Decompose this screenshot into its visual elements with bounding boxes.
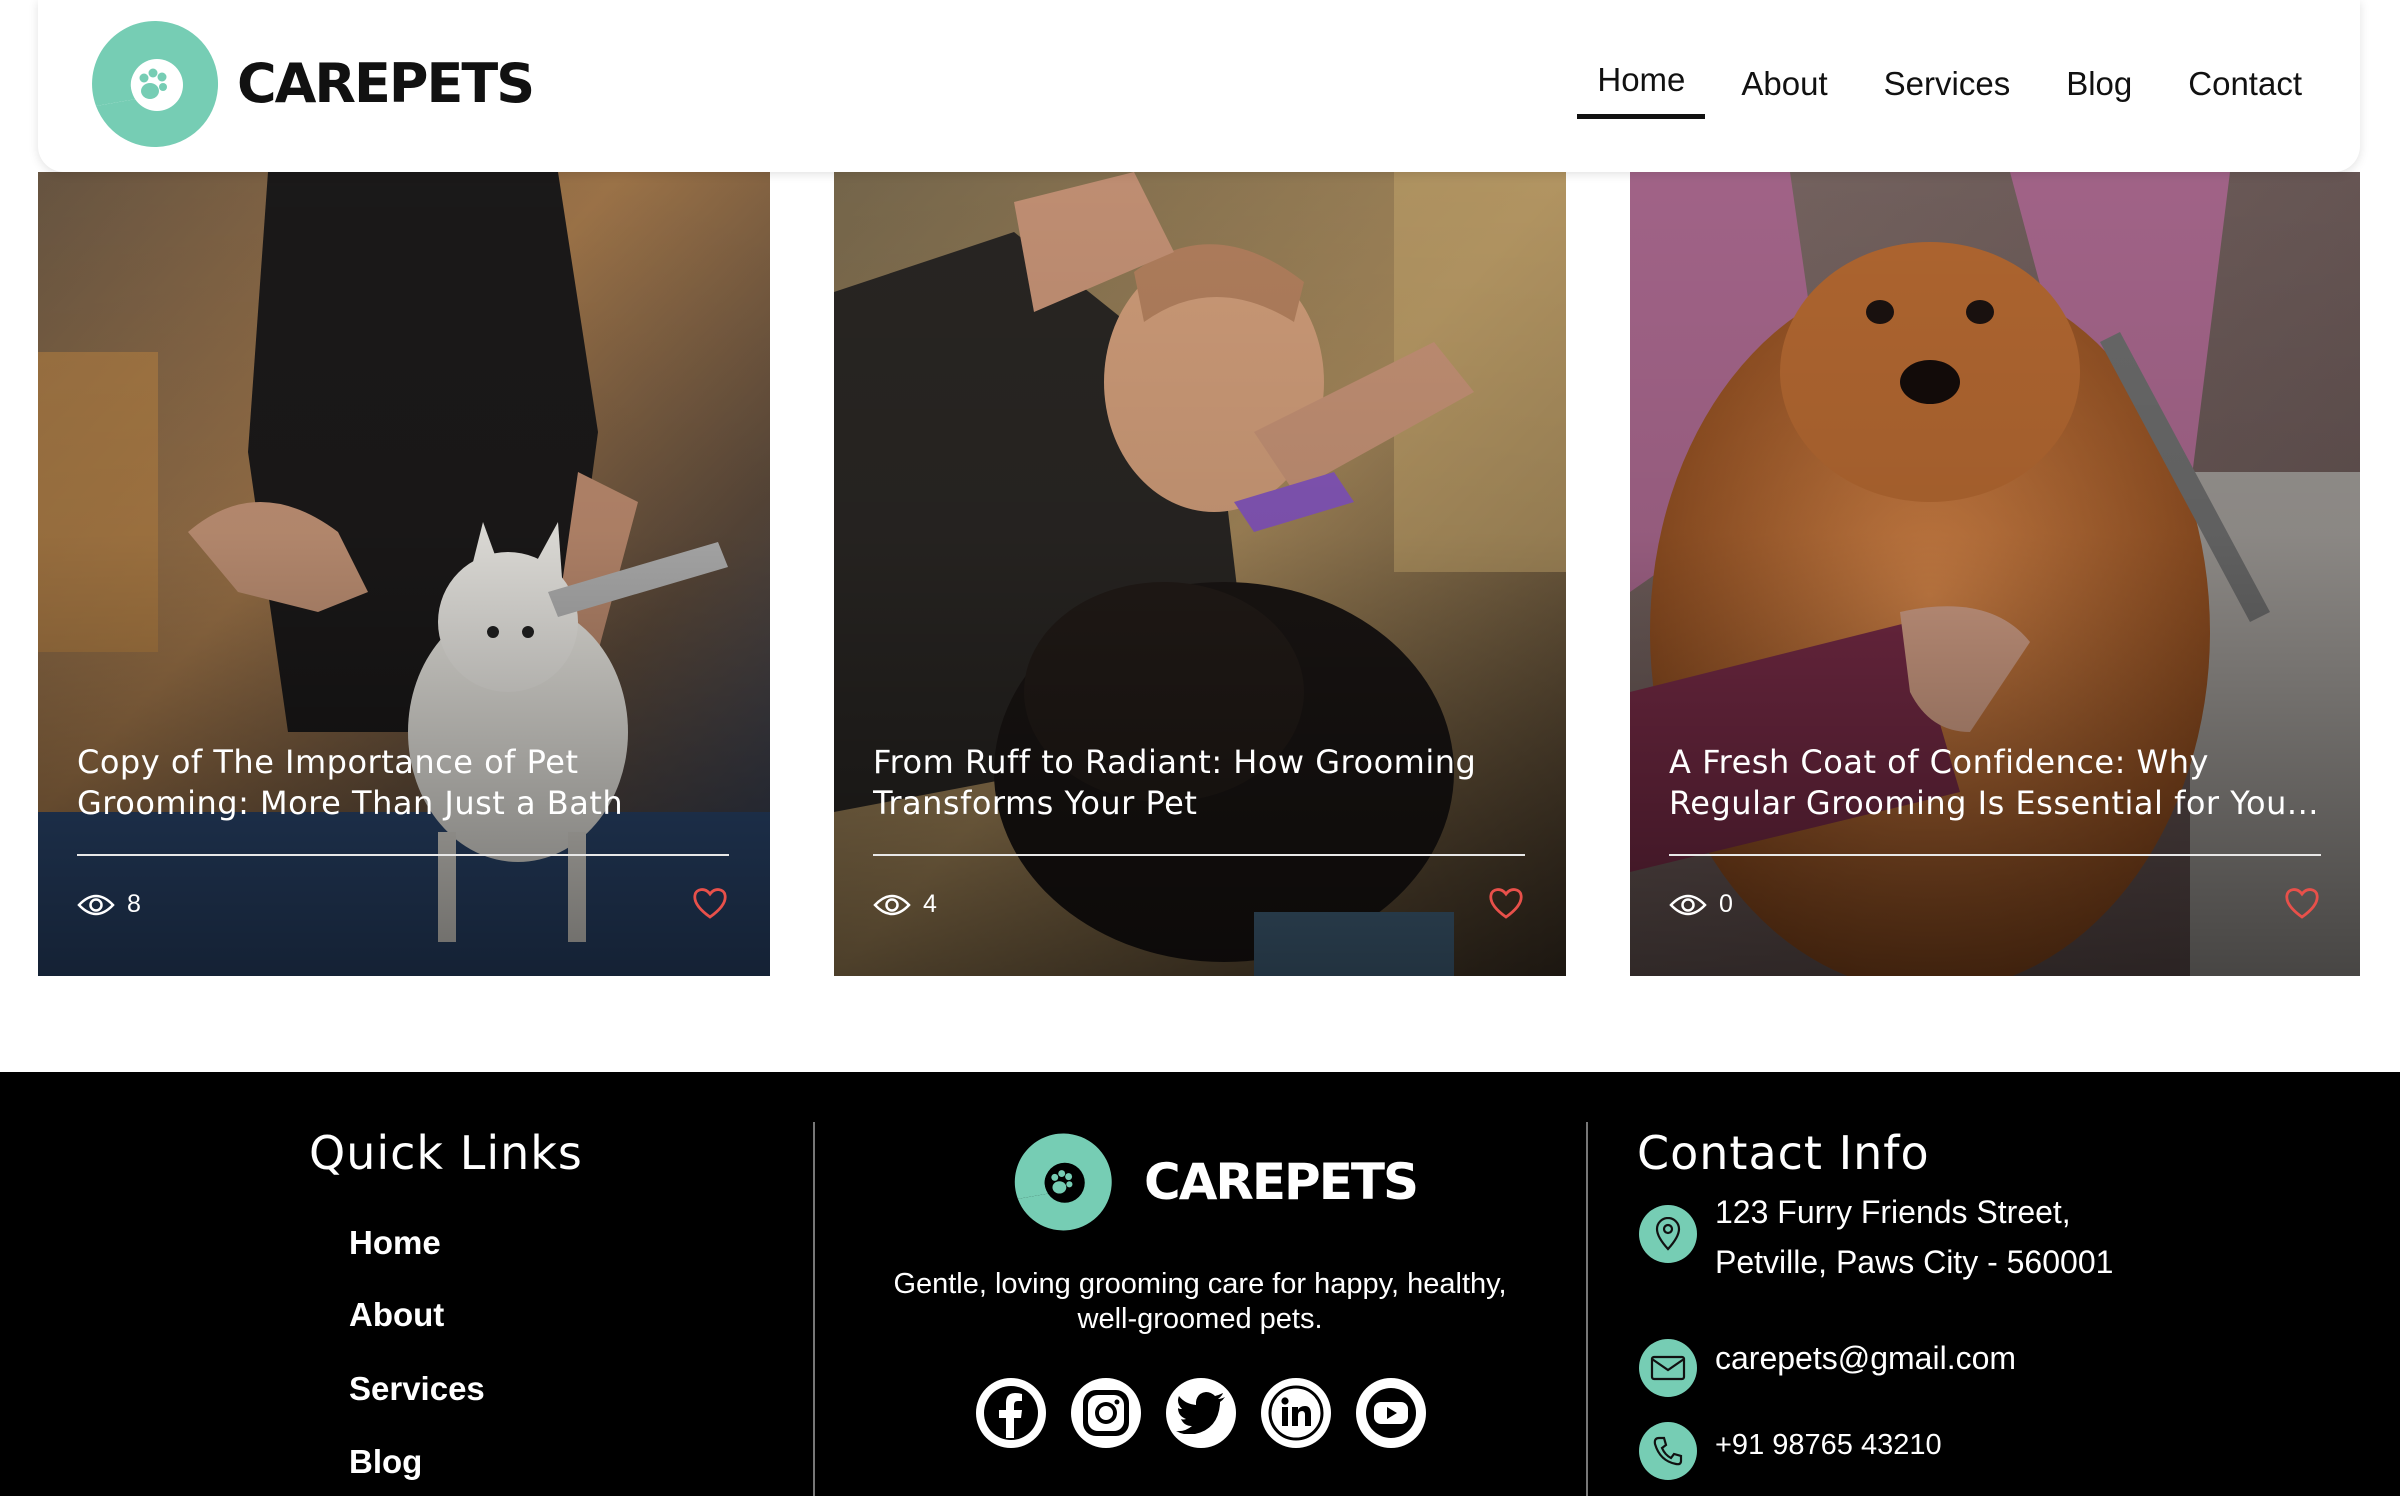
main-nav: Home About Services Blog Contact xyxy=(1541,0,2302,172)
brand-logo[interactable]: CAREPETS xyxy=(91,19,535,149)
address-text: 123 Furry Friends Street, Petville, Paws… xyxy=(1715,1187,2113,1287)
location-pin-icon xyxy=(1639,1205,1697,1263)
heart-icon[interactable] xyxy=(2284,886,2320,920)
envelope-icon xyxy=(1639,1339,1697,1397)
view-count: 0 xyxy=(1669,890,1733,919)
tagline-line: Gentle, loving grooming care for happy, … xyxy=(893,1268,1507,1300)
linkedin-icon[interactable] xyxy=(1261,1378,1331,1448)
quick-links-title: Quick Links xyxy=(309,1126,583,1180)
footer-logo[interactable]: CAREPETS xyxy=(1014,1132,1419,1232)
divider xyxy=(1669,854,2321,856)
twitter-icon[interactable] xyxy=(1166,1378,1236,1448)
nav-contact[interactable]: Contact xyxy=(2188,0,2302,168)
post-title-line: Grooming: More Than Just a Bath xyxy=(77,784,624,822)
post-title-line: Copy of The Importance of Pet xyxy=(77,743,579,781)
nav-about[interactable]: About xyxy=(1741,0,1827,168)
footer-link-services[interactable]: Services xyxy=(349,1370,485,1408)
contact-info-title: Contact Info xyxy=(1637,1126,1930,1180)
footer-link-about[interactable]: About xyxy=(349,1296,444,1334)
nav-services[interactable]: Services xyxy=(1884,0,2011,168)
view-count: 8 xyxy=(77,890,141,919)
footer-link-blog[interactable]: Blog xyxy=(349,1443,422,1481)
phone-text[interactable]: +91 98765 43210 xyxy=(1715,1420,1942,1470)
eye-icon xyxy=(873,894,911,915)
contact-address: 123 Furry Friends Street, Petville, Paws… xyxy=(1639,1194,2113,1287)
footer-link-home[interactable]: Home xyxy=(349,1224,441,1262)
post-title-line: Regular Grooming Is Essential for You... xyxy=(1669,784,2319,822)
paw-logo-icon xyxy=(1014,1133,1112,1231)
email-text[interactable]: carepets@gmail.com xyxy=(1715,1333,2016,1383)
eye-icon xyxy=(77,894,115,915)
facebook-icon[interactable] xyxy=(976,1378,1046,1448)
social-links xyxy=(976,1378,1451,1448)
footer-tagline: Gentle, loving grooming care for happy, … xyxy=(860,1267,1540,1337)
view-count-value: 8 xyxy=(127,890,141,918)
divider xyxy=(873,854,1525,856)
divider xyxy=(77,854,729,856)
view-count-value: 0 xyxy=(1719,890,1733,918)
heart-icon[interactable] xyxy=(692,886,728,920)
view-count-value: 4 xyxy=(923,890,937,918)
instagram-icon[interactable] xyxy=(1071,1378,1141,1448)
address-line: 123 Furry Friends Street, xyxy=(1715,1194,2071,1230)
nav-home[interactable]: Home xyxy=(1577,0,1706,164)
blog-post-grid: Copy of The Importance of Pet Grooming: … xyxy=(38,172,2360,976)
paw-logo-icon xyxy=(92,20,219,147)
view-count: 4 xyxy=(873,890,937,919)
blog-post-card[interactable]: From Ruff to Radiant: How Grooming Trans… xyxy=(834,172,1566,976)
footer-brand-name: CAREPETS xyxy=(1144,1153,1419,1211)
post-title-line: Transforms Your Pet xyxy=(873,784,1198,822)
tagline-line: well-groomed pets. xyxy=(1077,1303,1323,1335)
post-title[interactable]: Copy of The Importance of Pet Grooming: … xyxy=(77,742,737,824)
post-title-line: From Ruff to Radiant: How Grooming xyxy=(873,743,1477,781)
brand-name: CAREPETS xyxy=(237,52,535,115)
site-footer: Quick Links Home About Services Blog CAR… xyxy=(0,1072,2400,1496)
column-divider xyxy=(1586,1122,1588,1496)
post-title[interactable]: From Ruff to Radiant: How Grooming Trans… xyxy=(873,742,1533,824)
blog-post-card[interactable]: A Fresh Coat of Confidence: Why Regular … xyxy=(1630,172,2360,976)
phone-icon xyxy=(1639,1422,1697,1480)
post-title[interactable]: A Fresh Coat of Confidence: Why Regular … xyxy=(1669,742,2329,824)
post-title-line: A Fresh Coat of Confidence: Why xyxy=(1669,743,2209,781)
heart-icon[interactable] xyxy=(1488,886,1524,920)
contact-phone[interactable]: +91 98765 43210 xyxy=(1639,1422,1942,1480)
contact-email[interactable]: carepets@gmail.com xyxy=(1639,1339,2016,1397)
nav-blog[interactable]: Blog xyxy=(2066,0,2132,168)
eye-icon xyxy=(1669,894,1707,915)
youtube-icon[interactable] xyxy=(1356,1378,1426,1448)
site-header: CAREPETS Home About Services Blog Contac… xyxy=(38,0,2360,172)
column-divider xyxy=(813,1122,815,1496)
blog-post-card[interactable]: Copy of The Importance of Pet Grooming: … xyxy=(38,172,770,976)
address-line: Petville, Paws City - 560001 xyxy=(1715,1244,2114,1280)
